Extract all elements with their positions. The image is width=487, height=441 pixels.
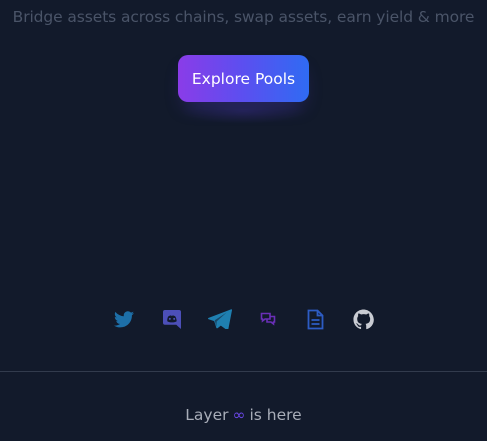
footer-divider [0,371,487,372]
twitter-icon [113,310,134,328]
discord-link[interactable] [148,306,196,332]
hero-tagline: Bridge assets across chains, swap assets… [12,8,475,26]
telegram-icon [207,309,232,329]
telegram-link[interactable] [196,306,244,332]
footer-announcement: Layer ∞ is here [0,406,487,424]
social-links [0,306,487,332]
infinity-symbol: ∞ [232,406,246,424]
github-link[interactable] [340,306,388,332]
discord-icon [162,309,181,329]
forum-link[interactable] [244,306,292,332]
footer-suffix: is here [249,406,302,424]
github-icon [353,308,374,330]
forum-icon [260,312,276,326]
cta-wrapper: Explore Pools [0,55,487,102]
docs-icon [307,309,324,330]
explore-pools-button[interactable]: Explore Pools [178,55,309,102]
footer-prefix: Layer [185,406,229,424]
twitter-link[interactable] [100,306,148,332]
docs-link[interactable] [292,306,340,332]
